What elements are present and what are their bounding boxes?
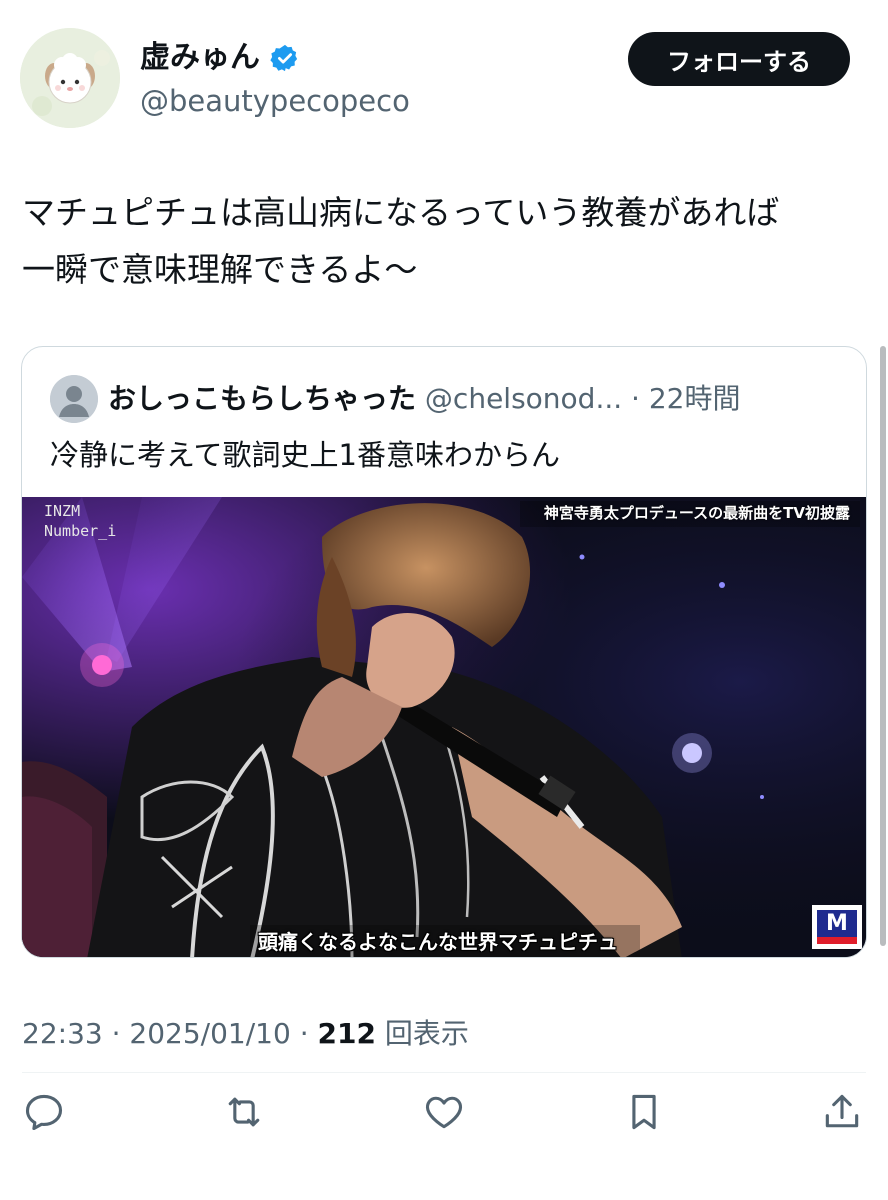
- sheep-avatar-icon: [20, 28, 120, 128]
- reply-icon: [25, 1094, 63, 1131]
- share-button[interactable]: [820, 1090, 864, 1134]
- meta-separator-2: ·: [299, 1017, 309, 1050]
- display-name-row[interactable]: 虚みゅん: [140, 38, 300, 78]
- avatar[interactable]: [20, 28, 120, 128]
- views-count: 212: [317, 1017, 376, 1050]
- media-label-artist: Number_i: [44, 522, 117, 540]
- retweet-button[interactable]: [222, 1090, 266, 1134]
- quote-handle[interactable]: @chelsonod...: [425, 382, 622, 415]
- media-label-inzm: INZM: [44, 502, 81, 520]
- reply-button[interactable]: [22, 1090, 66, 1134]
- divider: [22, 1072, 866, 1073]
- scrollbar[interactable]: [880, 346, 886, 946]
- broadcast-logo: M: [826, 911, 848, 936]
- retweet-icon: [228, 1097, 260, 1127]
- media-top-caption: 神宮寺勇太プロデュースの最新曲をTV初披露: [543, 504, 850, 522]
- follow-button[interactable]: フォローする: [628, 32, 850, 86]
- default-profile-icon: [50, 375, 98, 423]
- share-icon: [825, 1094, 859, 1128]
- quote-avatar[interactable]: [50, 375, 98, 423]
- quote-separator: ·: [631, 382, 640, 415]
- like-icon: [425, 1096, 463, 1129]
- bookmark-button[interactable]: [622, 1090, 666, 1134]
- tweet-date[interactable]: 2025/01/10: [129, 1017, 290, 1050]
- like-button[interactable]: [422, 1090, 466, 1134]
- media-subtitle: 頭痛くなるよなこんな世界マチュピチュ: [258, 930, 618, 954]
- tweet-text: マチュピチュは高山病になるっていう教養があれば 一瞬で意味理解できるよ〜: [22, 193, 780, 289]
- verified-badge-icon: [270, 44, 298, 72]
- quote-tweet-card[interactable]: おしっこもらしちゃった @chelsonod... · 22時間 冷静に考えて歌…: [21, 346, 867, 958]
- tweet-time[interactable]: 22:33: [22, 1017, 103, 1050]
- display-name[interactable]: 虚みゅん: [140, 38, 260, 78]
- quote-display-name[interactable]: おしっこもらしちゃった: [108, 382, 416, 415]
- quote-time[interactable]: 22時間: [649, 382, 741, 415]
- bookmark-icon: [632, 1094, 656, 1130]
- quote-text: 冷静に考えて歌詞史上1番意味わからん: [50, 438, 561, 472]
- performance-photo: [22, 497, 866, 957]
- quote-header: おしっこもらしちゃった @chelsonod... · 22時間: [108, 377, 741, 421]
- meta-separator-1: ·: [111, 1017, 121, 1050]
- tweet-meta: 22:33 · 2025/01/10 · 212 回表示: [22, 1014, 469, 1054]
- views-label: 回表示: [384, 1017, 469, 1050]
- user-handle[interactable]: @beautypecopeco: [140, 82, 410, 120]
- quote-media-image[interactable]: INZM Number_i 神宮寺勇太プロデュースの最新曲をTV初披露 頭痛くな…: [22, 497, 866, 957]
